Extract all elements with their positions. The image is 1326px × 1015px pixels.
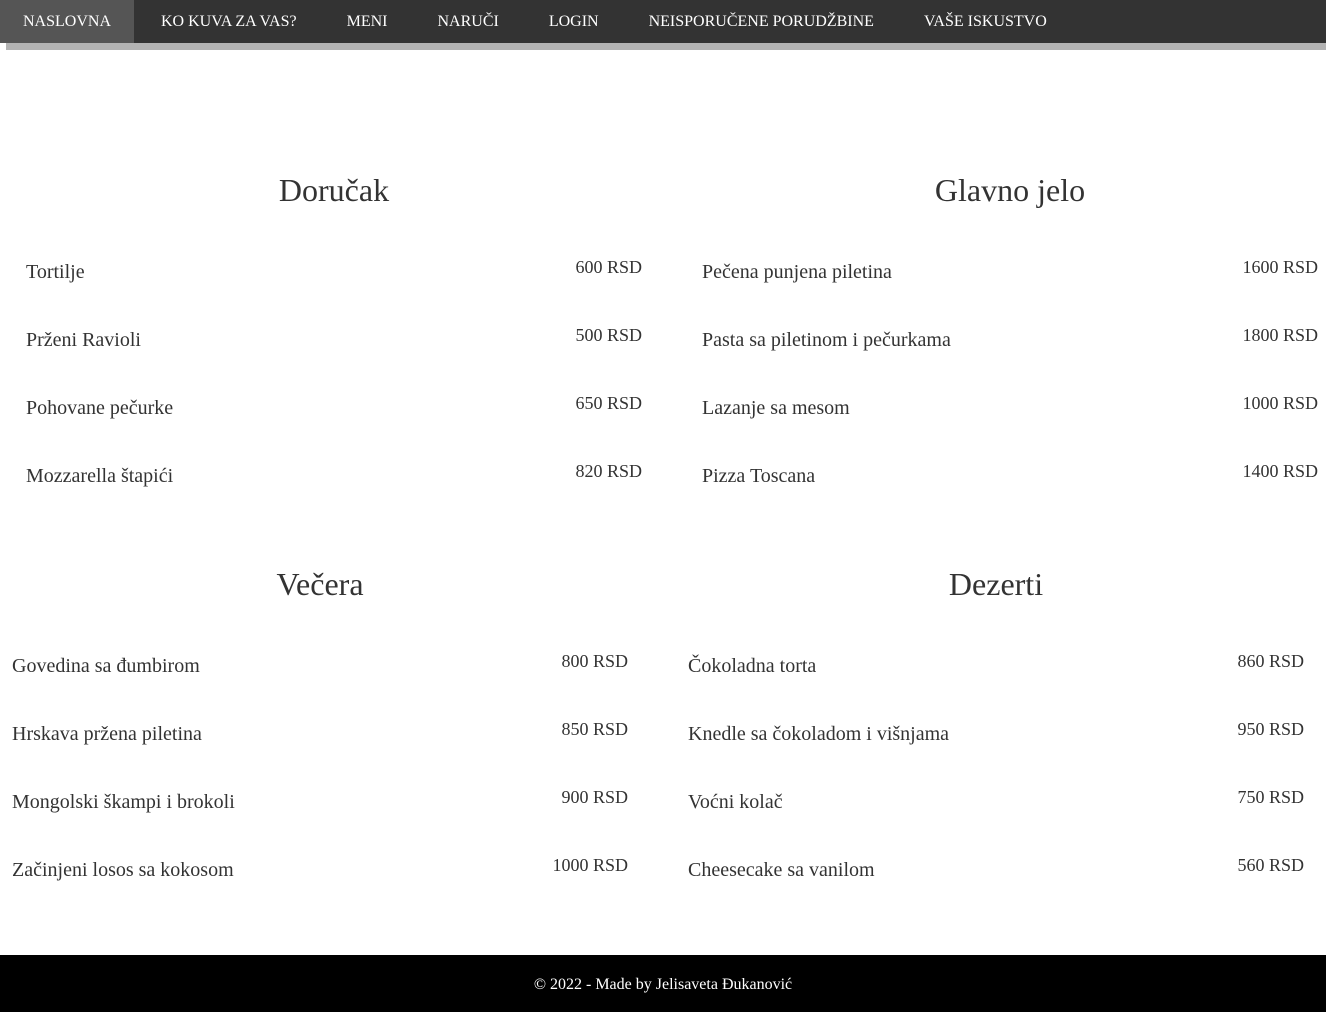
menu-item: Mozzarella štapići 820 RSD (26, 461, 642, 532)
menu-item-name: Voćni kolač (688, 791, 783, 813)
menu-item-price: 950 RSD (1237, 719, 1304, 739)
menu-item-price: 1600 RSD (1242, 257, 1318, 277)
top-navbar: NASLOVNA KO KUVA ZA VAS? MENI NARUČI LOG… (0, 0, 1326, 43)
menu-item: Govedina sa đumbirom 800 RSD (12, 651, 628, 722)
menu-item-name: Pasta sa piletinom i pečurkama (702, 329, 951, 351)
navbar-shadow (6, 43, 1326, 50)
menu-section-dinner: Večera Govedina sa đumbirom 800 RSD Hrsk… (12, 566, 628, 926)
menu-item-price: 650 RSD (575, 393, 642, 413)
menu-item-name: Pečena punjena piletina (702, 261, 892, 283)
menu-item-name: Mozzarella štapići (26, 465, 174, 487)
menu-item: Začinjeni losos sa kokosom 1000 RSD (12, 855, 628, 926)
menu-item-price: 860 RSD (1237, 651, 1304, 671)
menu-item: Voćni kolač 750 RSD (688, 787, 1304, 858)
menu-item: Pohovane pečurke 650 RSD (26, 393, 642, 464)
menu-item-price: 560 RSD (1237, 855, 1304, 875)
menu-item-name: Prženi Ravioli (26, 329, 141, 351)
menu-item: Prženi Ravioli 500 RSD (26, 325, 642, 396)
menu-item-name: Začinjeni losos sa kokosom (12, 859, 234, 881)
menu-section-breakfast: Doručak Tortilje 600 RSD Prženi Ravioli … (26, 172, 642, 532)
menu-item-price: 800 RSD (561, 651, 628, 671)
menu-item-name: Pohovane pečurke (26, 397, 174, 419)
menu-item-name: Tortilje (26, 261, 85, 283)
menu-item-name: Hrskava pržena piletina (12, 723, 202, 745)
nav-item-login[interactable]: LOGIN (526, 0, 622, 43)
menu-item-price: 1800 RSD (1242, 325, 1318, 345)
menu-item: Hrskava pržena piletina 850 RSD (12, 719, 628, 790)
nav-item-neisporucene[interactable]: NEISPORUČENE PORUDŽBINE (626, 0, 897, 43)
menu-item-price: 1400 RSD (1242, 461, 1318, 481)
menu-item-name: Govedina sa đumbirom (12, 655, 200, 677)
nav-list: NASLOVNA KO KUVA ZA VAS? MENI NARUČI LOG… (0, 0, 1326, 43)
menu-item-name: Mongolski škampi i brokoli (12, 791, 235, 813)
menu-item-name: Pizza Toscana (702, 465, 816, 487)
footer-copyright: © 2022 - Made by Jelisaveta Đukanović (533, 976, 793, 993)
nav-item-meni[interactable]: MENI (324, 0, 411, 43)
menu-item-name: Lazanje sa mesom (702, 397, 850, 419)
menu-item-price: 820 RSD (575, 461, 642, 481)
nav-item-vase-iskustvo[interactable]: VAŠE ISKUSTVO (901, 0, 1070, 43)
menu-item-name: Čokoladna torta (688, 655, 817, 677)
menu-item: Cheesecake sa vanilom 560 RSD (688, 855, 1304, 926)
menu-item-price: 600 RSD (575, 257, 642, 277)
menu-item-price: 500 RSD (575, 325, 642, 345)
nav-item-naslovna[interactable]: NASLOVNA (0, 0, 134, 43)
menu-section-main-course: Glavno jelo Pečena punjena piletina 1600… (702, 172, 1318, 532)
menu-item-price: 750 RSD (1237, 787, 1304, 807)
menu-item-price: 1000 RSD (552, 855, 628, 875)
menu-item: Pečena punjena piletina 1600 RSD (702, 257, 1318, 328)
menu-item: Mongolski škampi i brokoli 900 RSD (12, 787, 628, 858)
menu-item: Čokoladna torta 860 RSD (688, 651, 1304, 722)
nav-item-naruci[interactable]: NARUČI (414, 0, 521, 43)
footer: © 2022 - Made by Jelisaveta Đukanović (0, 955, 1326, 1012)
section-title: Glavno jelo (934, 172, 1086, 208)
menu-item: Pasta sa piletinom i pečurkama 1800 RSD (702, 325, 1318, 396)
nav-item-ko-kuva[interactable]: KO KUVA ZA VAS? (138, 0, 320, 43)
menu-item-name: Knedle sa čokoladom i višnjama (688, 723, 950, 745)
menu-section-desserts: Dezerti Čokoladna torta 860 RSD Knedle s… (688, 566, 1304, 926)
menu-item: Lazanje sa mesom 1000 RSD (702, 393, 1318, 464)
section-title: Doručak (278, 172, 390, 208)
menu-item-price: 900 RSD (561, 787, 628, 807)
menu-item: Tortilje 600 RSD (26, 257, 642, 328)
menu-item-name: Cheesecake sa vanilom (688, 859, 875, 881)
menu-item-price: 850 RSD (561, 719, 628, 739)
section-title: Večera (276, 566, 364, 602)
menu-item: Pizza Toscana 1400 RSD (702, 461, 1318, 532)
section-title: Dezerti (948, 566, 1044, 602)
menu-item-price: 1000 RSD (1242, 393, 1318, 413)
menu-item: Knedle sa čokoladom i višnjama 950 RSD (688, 719, 1304, 790)
